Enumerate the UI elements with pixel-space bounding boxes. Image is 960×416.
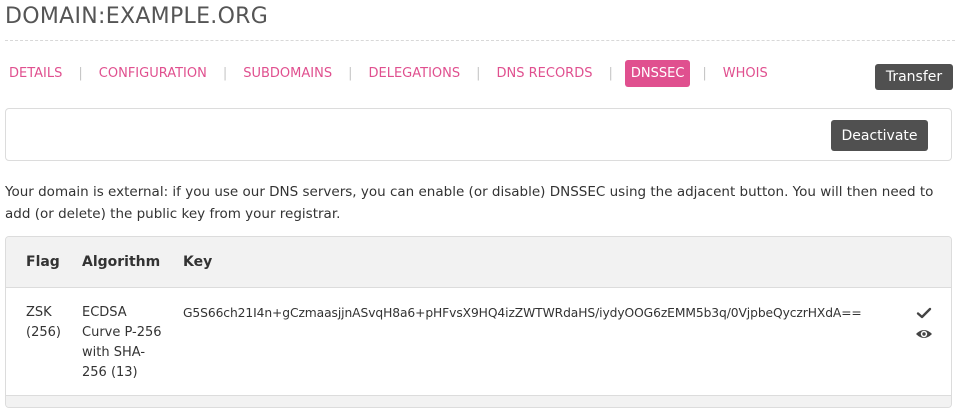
tab-details[interactable]: DETAILS xyxy=(5,60,66,87)
table-header: Flag Algorithm Key xyxy=(6,237,951,288)
dnssec-keys-table: Flag Algorithm Key ZSK (256) ECDSA Curve… xyxy=(5,236,952,408)
cell-algorithm: ECDSA Curve P-256 with SHA-256 (13) xyxy=(82,305,162,380)
tab-separator: | xyxy=(348,66,353,81)
eye-icon[interactable] xyxy=(915,325,933,338)
tab-separator: | xyxy=(78,66,83,81)
cell-key: G5S66ch21I4n+gCzmaasjjnASvqH8a6+pHFvsX9H… xyxy=(183,306,862,320)
dnssec-info-text: Your domain is external: if you use our … xyxy=(5,184,934,222)
tab-delegations[interactable]: DELEGATIONS xyxy=(364,60,464,87)
column-header-algorithm: Algorithm xyxy=(82,254,161,270)
transfer-button[interactable]: Transfer xyxy=(875,64,953,90)
tab-bar: DETAILS | CONFIGURATION | SUBDOMAINS | D… xyxy=(5,60,772,87)
column-header-key: Key xyxy=(183,254,213,270)
tab-configuration[interactable]: CONFIGURATION xyxy=(95,60,211,87)
tab-separator: | xyxy=(222,66,228,81)
cell-flag: ZSK (256) xyxy=(26,305,61,340)
tab-dnssec[interactable]: DNSSEC xyxy=(624,60,691,87)
tab-whois[interactable]: WHOIS xyxy=(719,60,772,87)
tab-separator: | xyxy=(476,66,481,81)
deactivate-button[interactable]: Deactivate xyxy=(831,120,928,151)
page-title: DOMAIN:EXAMPLE.ORG xyxy=(5,4,269,29)
tab-dns-records[interactable]: DNS RECORDS xyxy=(493,60,597,87)
dnssec-action-panel: Deactivate xyxy=(5,108,952,161)
tab-separator: | xyxy=(702,66,707,81)
table-footer xyxy=(6,395,951,407)
column-header-flag: Flag xyxy=(26,254,60,270)
title-divider xyxy=(5,40,955,41)
check-icon[interactable] xyxy=(916,305,932,319)
tab-separator: | xyxy=(608,66,613,81)
tab-subdomains[interactable]: SUBDOMAINS xyxy=(239,60,336,87)
